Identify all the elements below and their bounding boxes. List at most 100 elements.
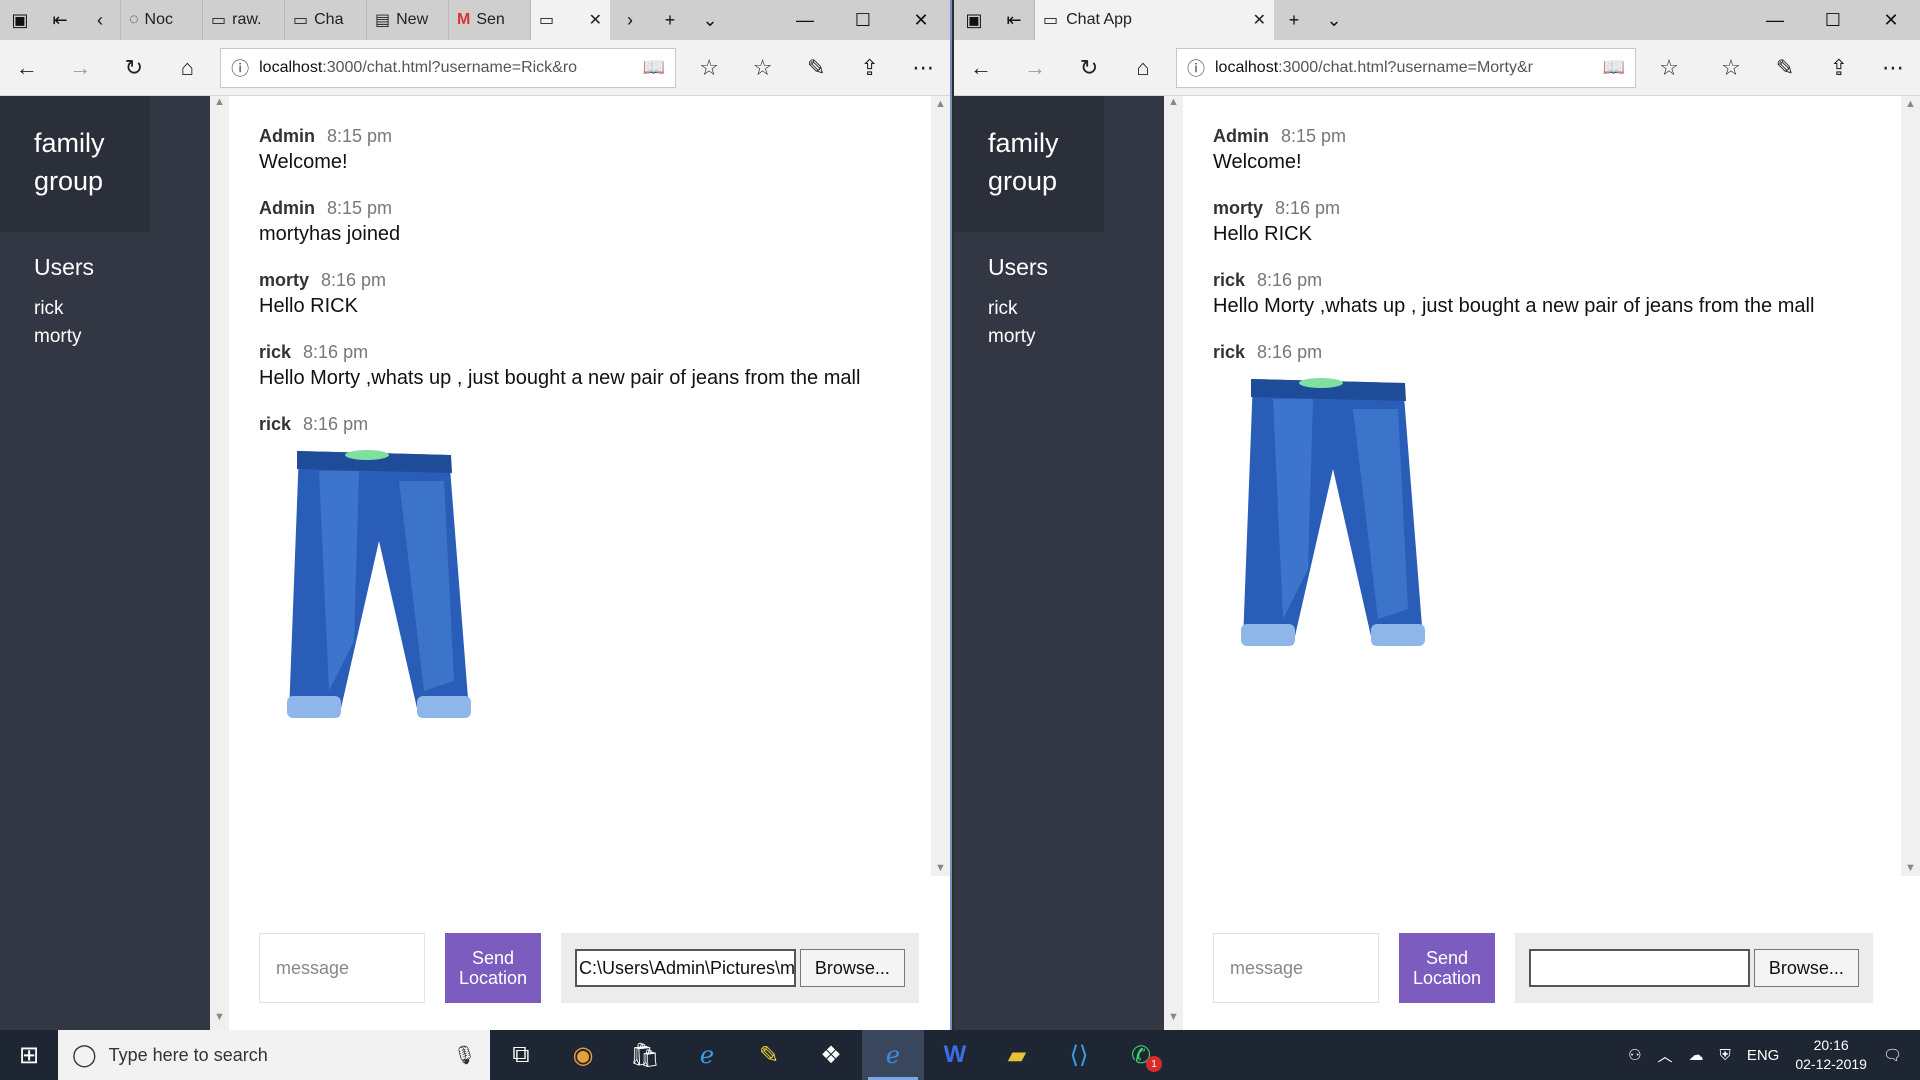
message-input[interactable]: message xyxy=(259,933,425,1003)
word-icon[interactable]: W xyxy=(924,1030,986,1080)
message: morty 8:16 pm Hello RICK xyxy=(1213,198,1901,246)
sidebar-scrollbar[interactable]: ▲ ▼ xyxy=(210,96,229,1030)
task-view-icon[interactable]: ⧉ xyxy=(490,1030,552,1080)
scroll-down-icon[interactable]: ▼ xyxy=(1164,1011,1183,1030)
forward-icon[interactable]: → xyxy=(54,48,108,88)
scroll-up-icon[interactable]: ▲ xyxy=(1164,96,1183,115)
close-icon[interactable]: ✕ xyxy=(1862,0,1920,40)
tab-close-icon[interactable]: ✕ xyxy=(1253,10,1266,30)
notifications-icon[interactable]: 🗨 xyxy=(1883,1046,1902,1064)
minimize-icon[interactable]: — xyxy=(1746,0,1804,40)
scroll-up-icon[interactable]: ▲ xyxy=(931,98,950,110)
favorite-star-icon[interactable]: ☆ xyxy=(682,48,736,88)
message-author: Admin xyxy=(259,198,315,218)
edge-icon[interactable]: ℯ xyxy=(862,1030,924,1080)
scroll-down-icon[interactable]: ▼ xyxy=(210,1011,229,1030)
chrome-icon[interactable]: ◉ xyxy=(552,1030,614,1080)
forward-icon[interactable]: → xyxy=(1008,48,1062,88)
favorite-star-icon[interactable]: ☆ xyxy=(1642,48,1696,88)
composer: message Send Location Browse... xyxy=(1183,906,1920,1030)
favorites-hub-icon[interactable]: ☆ xyxy=(736,48,790,88)
new-tab-icon[interactable]: + xyxy=(650,0,690,40)
store-icon[interactable]: 🛍 xyxy=(614,1030,676,1080)
messages-scrollbar[interactable]: ▲ ▼ xyxy=(1901,96,1920,876)
reading-view-icon[interactable]: 📖 xyxy=(1603,57,1625,78)
onedrive-icon[interactable]: ☁ xyxy=(1689,1046,1704,1064)
tab-actions-icon[interactable]: ▣ xyxy=(954,0,994,40)
dropbox-icon[interactable]: ❖ xyxy=(800,1030,862,1080)
explorer-icon[interactable]: ▰ xyxy=(986,1030,1048,1080)
refresh-icon[interactable]: ↻ xyxy=(1062,48,1116,88)
share-icon[interactable]: ⇪ xyxy=(843,48,897,88)
scroll-down-icon[interactable]: ▼ xyxy=(1901,862,1920,874)
address-bar[interactable]: ⓘ localhost:3000/chat.html?username=Rick… xyxy=(220,47,677,88)
message-author: rick xyxy=(1213,342,1246,362)
favorites-hub-icon[interactable]: ☆ xyxy=(1704,48,1758,88)
back-icon[interactable]: ← xyxy=(954,48,1008,88)
people-icon[interactable]: ⚇ xyxy=(1628,1046,1641,1064)
browse-button[interactable]: Browse... xyxy=(1753,949,1859,987)
back-icon[interactable]: ← xyxy=(0,48,54,88)
tab-raw[interactable]: ▭ raw. xyxy=(202,0,284,40)
send-location-button[interactable]: Send Location xyxy=(445,933,541,1003)
message-time: 8:16 pm xyxy=(303,342,369,362)
web-note-icon[interactable]: ✎ xyxy=(1758,48,1812,88)
language-indicator[interactable]: ENG xyxy=(1747,1047,1780,1064)
tabs-scroll-left-icon[interactable]: ‹ xyxy=(80,0,120,40)
set-aside-tabs-icon[interactable]: ⇤ xyxy=(994,0,1034,40)
address-bar[interactable]: ⓘ localhost:3000/chat.html?username=Mort… xyxy=(1176,47,1636,88)
info-icon[interactable]: ⓘ xyxy=(231,55,249,81)
whatsapp-icon[interactable]: ✆ 1 xyxy=(1110,1030,1172,1080)
security-icon[interactable]: ⛨ xyxy=(1720,1047,1731,1064)
tabs-scroll-right-icon[interactable]: › xyxy=(610,0,650,40)
tray-expand-icon[interactable]: ︿ xyxy=(1658,1045,1673,1066)
info-icon[interactable]: ⓘ xyxy=(1187,55,1205,81)
tab-preview-chevron-icon[interactable]: ⌄ xyxy=(1314,0,1354,40)
tab-noc[interactable]: ◌ Noc xyxy=(120,0,202,40)
refresh-icon[interactable]: ↻ xyxy=(107,48,161,88)
send-location-button[interactable]: Send Location xyxy=(1399,933,1495,1003)
scroll-up-icon[interactable]: ▲ xyxy=(1901,98,1920,110)
share-icon[interactable]: ⇪ xyxy=(1812,48,1866,88)
tab-cha[interactable]: ▭ Cha xyxy=(284,0,366,40)
tab-close-icon[interactable]: ✕ xyxy=(589,10,602,30)
reading-view-icon[interactable]: 📖 xyxy=(643,57,665,78)
more-icon[interactable]: ⋯ xyxy=(896,48,950,88)
tab-chat-app[interactable]: ▭ Chat App ✕ xyxy=(1034,0,1274,40)
maximize-icon[interactable]: ☐ xyxy=(834,0,892,40)
web-note-icon[interactable]: ✎ xyxy=(789,48,843,88)
home-icon[interactable]: ⌂ xyxy=(1116,48,1170,88)
tab-preview-chevron-icon[interactable]: ⌄ xyxy=(690,0,730,40)
message-input[interactable]: message xyxy=(1213,933,1379,1003)
tab-active[interactable]: ▭ ✕ xyxy=(530,0,610,40)
set-aside-tabs-icon[interactable]: ⇤ xyxy=(40,0,80,40)
messages-scrollbar[interactable]: ▲ ▼ xyxy=(931,96,950,876)
maximize-icon[interactable]: ☐ xyxy=(1804,0,1862,40)
sticky-icon[interactable]: ✎ xyxy=(738,1030,800,1080)
tab-new[interactable]: ▤ New xyxy=(366,0,448,40)
browse-button[interactable]: Browse... xyxy=(799,949,905,987)
home-icon[interactable]: ⌂ xyxy=(161,48,215,88)
users-heading: Users xyxy=(988,254,1049,280)
chat-page: family group Users rick morty ▲ ▼ Admin 8:… xyxy=(954,96,1920,1030)
message-author: Admin xyxy=(259,126,315,146)
more-icon[interactable]: ⋯ xyxy=(1866,48,1920,88)
ie-icon[interactable]: ℯ xyxy=(676,1030,738,1080)
windows-start-icon[interactable]: ⊞ xyxy=(0,1030,58,1080)
file-path-field[interactable]: C:\Users\Admin\Pictures\m xyxy=(575,949,796,987)
taskbar-search[interactable]: ◯ Type here to search 🎙 xyxy=(58,1030,490,1080)
message-author: morty xyxy=(1213,198,1264,218)
vscode-icon[interactable]: ⟨⟩ xyxy=(1048,1030,1110,1080)
tab-actions-icon[interactable]: ▣ xyxy=(0,0,40,40)
microphone-icon[interactable]: 🎙 xyxy=(453,1045,476,1066)
tab-gmail[interactable]: M Sen xyxy=(448,0,530,40)
new-tab-icon[interactable]: + xyxy=(1274,0,1314,40)
scroll-up-icon[interactable]: ▲ xyxy=(210,96,229,115)
file-path-field[interactable] xyxy=(1529,949,1750,987)
minimize-icon[interactable]: — xyxy=(776,0,834,40)
close-icon[interactable]: ✕ xyxy=(892,0,950,40)
scroll-down-icon[interactable]: ▼ xyxy=(931,862,950,874)
message-list: Admin 8:15 pm Welcome! morty 8:16 pm Hello… xyxy=(1213,126,1901,906)
sidebar-scrollbar[interactable]: ▲ ▼ xyxy=(1164,96,1183,1030)
clock[interactable]: 20:16 02-12-2019 xyxy=(1795,1036,1867,1074)
